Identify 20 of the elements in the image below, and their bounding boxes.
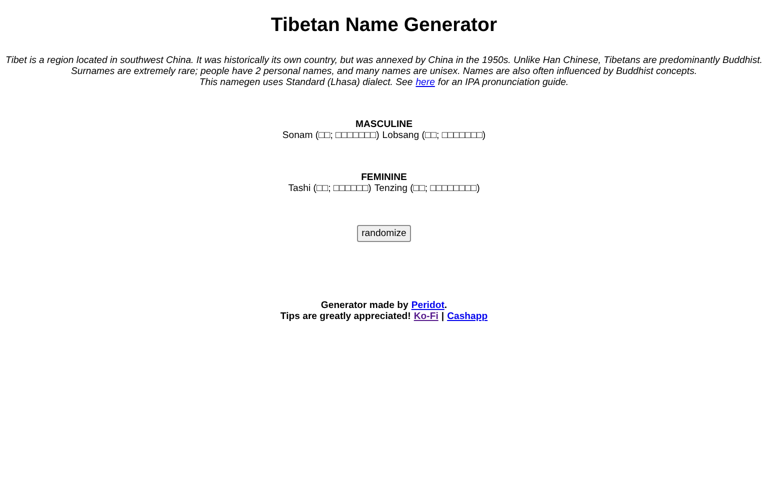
separator-text: | [441, 311, 444, 322]
page-title: Tibetan Name Generator [270, 14, 498, 37]
intro-text: for an IPA pronunciation guide. [438, 77, 569, 88]
credit-text: Generator made by [320, 300, 408, 311]
intro-text: This namegen uses Standard (Lhasa) dialect. See [199, 77, 413, 88]
author-link[interactable]: Peridot [411, 300, 444, 311]
generated-name: Lobsang (□□; □□□□□□□) [382, 130, 486, 141]
section-heading: FEMININE [361, 172, 407, 183]
generated-name: Tashi (□□; □□□□□□) [288, 183, 372, 194]
randomize-button[interactable]: randomize [356, 225, 412, 242]
tips-text: Tips are greatly appreciated! [280, 311, 411, 322]
intro-text: Surnames are extremely rare; people have 2 personal names, and many names are unisex. Names are also often influenced by Buddhist concepts. [70, 66, 698, 77]
intro-text: Tibet is a region located in southwest China. It was historically its own country, but was annexed by China in the 1950s. Unlike Han Chinese, Tibetans are predominantly Buddhist. [6, 55, 762, 66]
generated-name: Tenzing (□□; □□□□□□□□) [374, 183, 480, 194]
section-heading: MASCULINE [355, 119, 412, 130]
tip-link[interactable]: Cashapp [447, 311, 488, 322]
tip-link[interactable]: Ko-Fi [414, 311, 438, 322]
guide-link[interactable]: here [416, 77, 435, 88]
period-text: . [444, 300, 448, 311]
generated-name: Sonam (□□; □□□□□□□) [282, 130, 380, 141]
